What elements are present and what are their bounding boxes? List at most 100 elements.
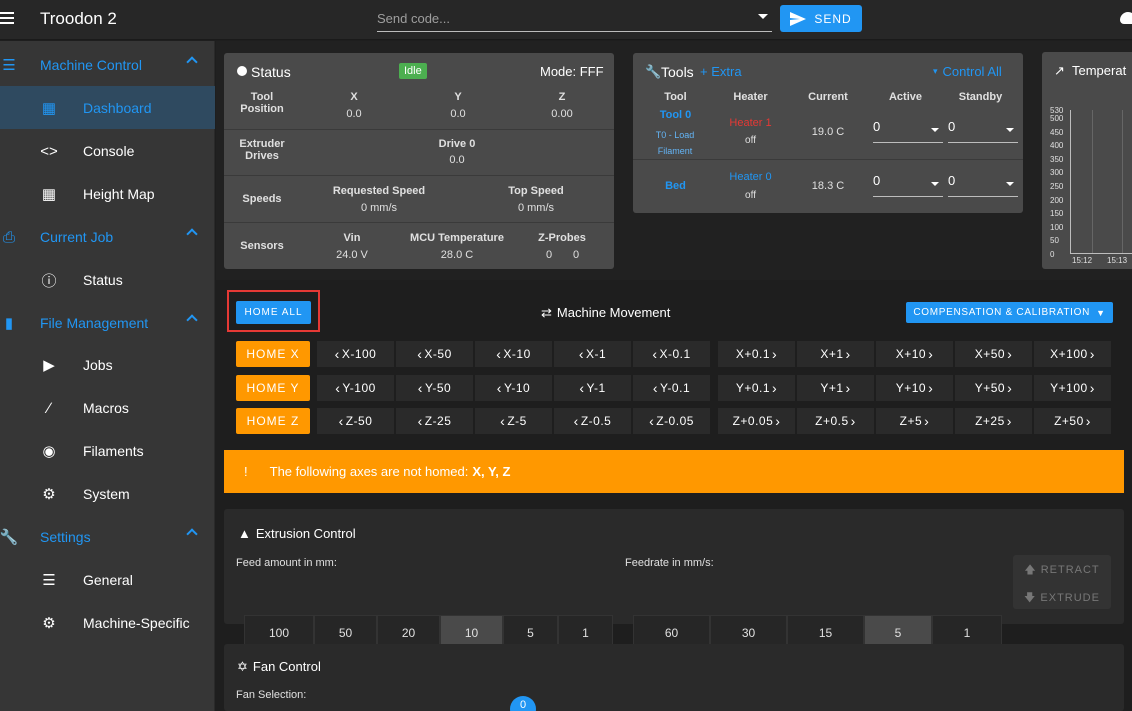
sidebar-item-height-map[interactable]: ▦ Height Map: [0, 172, 215, 215]
move-button[interactable]: ‹ Y-50: [396, 375, 473, 401]
sidebar-item-console[interactable]: <> Console: [0, 129, 215, 172]
heater-1-link[interactable]: Heater 1: [718, 117, 783, 129]
sidebar-group-current-job[interactable]: ⎙ Current Job: [0, 215, 215, 258]
move-button[interactable]: ‹ Y-10: [475, 375, 552, 401]
move-button[interactable]: ‹ Y-100: [317, 375, 394, 401]
move-button[interactable]: ‹ Z-0.5: [554, 408, 631, 434]
sidebar-item-general[interactable]: ☰ General: [0, 558, 215, 601]
fan-icon: ✡: [237, 659, 248, 674]
move-button[interactable]: X+10 ›: [876, 341, 953, 367]
chevron-right-icon: ›: [1089, 346, 1095, 362]
retract-button[interactable]: 🡅 RETRACT: [1013, 561, 1111, 580]
move-button[interactable]: Z+0.5 ›: [797, 408, 874, 434]
move-button[interactable]: ‹ X-100: [317, 341, 394, 367]
home-all-button[interactable]: HOME ALL: [236, 301, 311, 324]
home-y-button[interactable]: HOME Y: [236, 375, 310, 401]
send-button[interactable]: SEND: [780, 5, 862, 32]
chevron-left-icon: ‹: [652, 380, 659, 396]
chevron-up-icon: [186, 314, 198, 326]
chart-line-icon: ↗: [1054, 63, 1065, 78]
fan-badge[interactable]: 0: [510, 696, 536, 711]
sidebar-group-machine-control[interactable]: ☰ Machine Control: [0, 43, 215, 86]
select-value: 0: [873, 119, 881, 134]
sidebar-item-dashboard[interactable]: ▦ Dashboard: [0, 86, 215, 129]
move-button[interactable]: ‹ X-1: [554, 341, 631, 367]
sidebar-item-label: Height Map: [83, 185, 155, 202]
y-tick: 200: [1050, 195, 1064, 205]
chevron-right-icon: ›: [772, 346, 778, 362]
move-button[interactable]: Z+5 ›: [876, 408, 953, 434]
sidebar-item-system[interactable]: ⚙ System: [0, 472, 215, 515]
move-button[interactable]: X+0.1 ›: [718, 341, 795, 367]
compensation-calibration-button[interactable]: COMPENSATION & CALIBRATION ▼: [906, 302, 1113, 323]
move-button[interactable]: ‹ Z-25: [396, 408, 473, 434]
extra-link[interactable]: + Extra: [700, 64, 742, 79]
sidebar-item-macros[interactable]: ∕ Macros: [0, 386, 215, 429]
move-button[interactable]: Z+0.05 ›: [718, 408, 795, 434]
move-button[interactable]: ‹ X-50: [396, 341, 473, 367]
grid-line: [1092, 110, 1093, 253]
move-label: X+1: [820, 347, 844, 361]
move-button[interactable]: ‹ Z-0.05: [633, 408, 710, 434]
bed-standby-select[interactable]: 0: [948, 173, 1018, 197]
feedrate-label: Feedrate in mm/s:: [625, 557, 714, 569]
chevron-down-icon: ▼: [1096, 307, 1106, 318]
top-speed-value: 0 mm/s: [517, 202, 555, 214]
cloud-icon[interactable]: [1120, 12, 1132, 24]
move-label: Z-0.05: [656, 414, 694, 428]
move-button[interactable]: ‹ Y-0.1: [633, 375, 710, 401]
bed-current-temp: 18.3 C: [811, 180, 845, 192]
chevron-right-icon: ›: [772, 380, 778, 396]
sliders-icon: ☰: [2, 57, 16, 74]
header-heater: Heater: [733, 91, 768, 103]
y-tick: 50: [1050, 236, 1059, 246]
tool-0-active-select[interactable]: 0: [873, 119, 943, 143]
sidebar-item-filaments[interactable]: ◉ Filaments: [0, 429, 215, 472]
move-button[interactable]: ‹ Y-1: [554, 375, 631, 401]
move-button[interactable]: Y+100 ›: [1034, 375, 1111, 401]
code-input[interactable]: [377, 6, 747, 30]
sidebar-item-status[interactable]: ⓘ Status: [0, 258, 215, 301]
bed-link[interactable]: Bed: [653, 180, 698, 192]
sidebar-item-machine-specific[interactable]: ⚙ Machine-Specific: [0, 601, 215, 644]
code-input-field[interactable]: [377, 6, 772, 32]
load-filament-link[interactable]: T0 - Load Filament: [645, 127, 705, 159]
move-button[interactable]: ‹ Z-50: [317, 408, 394, 434]
select-value: 0: [948, 173, 956, 188]
move-label: Z-0.5: [580, 414, 612, 428]
temperature-card: ↗ Temperat 530 500 450 400 350 300 250 200 150 10…: [1042, 52, 1132, 269]
move-button[interactable]: Y+50 ›: [955, 375, 1032, 401]
z-probe-value: 0: [545, 249, 553, 261]
sidebar-item-jobs[interactable]: ▶ Jobs: [0, 343, 215, 386]
control-all-dropdown[interactable]: ▾ Control All: [933, 64, 1002, 79]
bed-active-select[interactable]: 0: [873, 173, 943, 197]
mcu-temperature-label: MCU Temperature: [410, 232, 504, 244]
sidebar-group-settings[interactable]: 🔧 Settings: [0, 515, 215, 558]
move-button[interactable]: Z+25 ›: [955, 408, 1032, 434]
move-button[interactable]: X+1 ›: [797, 341, 874, 367]
move-button[interactable]: Z+50 ›: [1034, 408, 1111, 434]
sidebar-group-file-management[interactable]: ▮ File Management: [0, 301, 215, 344]
move-label: X+50: [974, 347, 1006, 361]
tool-0-link[interactable]: Tool 0: [648, 109, 703, 121]
move-button[interactable]: ‹ X-0.1: [633, 341, 710, 367]
tool-0-standby-select[interactable]: 0: [948, 119, 1018, 143]
drive-value: 0.0: [449, 154, 465, 166]
move-label: Z+5: [899, 414, 923, 428]
axis-z-value: 0.00: [551, 108, 573, 120]
home-x-button[interactable]: HOME X: [236, 341, 310, 367]
heater-0-link[interactable]: Heater 0: [718, 171, 783, 183]
move-button[interactable]: X+50 ›: [955, 341, 1032, 367]
move-button[interactable]: X+100 ›: [1034, 341, 1111, 367]
sidebar-item-label: Console: [83, 142, 135, 159]
extrude-button[interactable]: 🡇 EXTRUDE: [1013, 589, 1111, 608]
move-button[interactable]: Y+1 ›: [797, 375, 874, 401]
home-z-button[interactable]: HOME Z: [236, 408, 310, 434]
move-button[interactable]: Y+10 ›: [876, 375, 953, 401]
chevron-right-icon: ›: [928, 346, 934, 362]
move-button[interactable]: ‹ Z-5: [475, 408, 552, 434]
move-button[interactable]: Y+0.1 ›: [718, 375, 795, 401]
chevron-down-icon[interactable]: [758, 14, 768, 19]
move-button[interactable]: ‹ X-10: [475, 341, 552, 367]
menu-icon[interactable]: [0, 12, 14, 26]
